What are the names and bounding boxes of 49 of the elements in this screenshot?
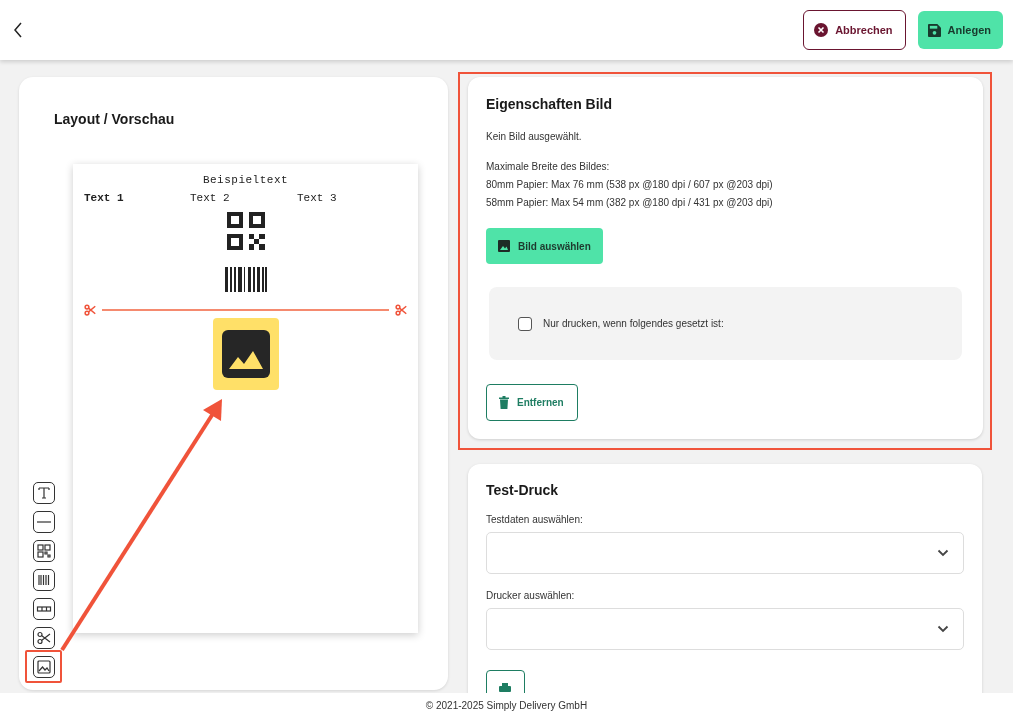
paper-heading: Beispieltext [202, 174, 289, 186]
trash-icon [499, 396, 509, 409]
printer-icon [499, 682, 511, 693]
checkbox-label: Nur drucken, wenn folgendes gesetzt ist: [543, 318, 724, 329]
close-icon [814, 23, 829, 37]
qr-code-tool-icon [35, 542, 52, 559]
back-icon [12, 21, 24, 39]
text-tool-icon [35, 484, 52, 501]
tool-button[interactable] [32, 597, 55, 620]
tool-button[interactable] [32, 626, 55, 649]
field-label: Testdaten auswählen: [486, 514, 584, 525]
status-text: Kein Bild ausgewählt. [486, 130, 583, 144]
image-element[interactable] [212, 318, 279, 390]
paper-column-text: Text 3 [297, 192, 337, 204]
select-image-button[interactable]: Bild auswählen [486, 228, 603, 264]
paper-column-text: Text 1 [84, 192, 124, 204]
info-text: 58mm Papier: Max 54 mm (382 px @180 dpi / 431 px @203 dpi) [486, 196, 774, 210]
card-title: Layout / Vorschau [53, 111, 176, 127]
image-icon [220, 329, 271, 379]
select-field[interactable] [486, 608, 964, 650]
tool-button[interactable] [32, 539, 55, 562]
scissors-icon [84, 304, 96, 316]
image-icon [498, 240, 510, 252]
footer-text: © 2021-2025 Simply Delivery GmbH [425, 699, 588, 711]
barcode-icon [224, 267, 267, 292]
card-title: Eigenschaften Bild [486, 96, 614, 112]
tool-button[interactable] [32, 481, 55, 504]
save-icon [927, 23, 941, 37]
tool-button[interactable] [32, 655, 55, 678]
select-field[interactable] [486, 532, 964, 574]
checkbox[interactable] [518, 316, 532, 331]
save-button[interactable]: Anlegen [917, 11, 1003, 49]
field-label: Drucker auswählen: [486, 590, 576, 601]
line-tool-icon [36, 520, 51, 523]
image-tool-icon [35, 658, 52, 675]
tool-button[interactable] [32, 510, 55, 533]
scissors-icon [35, 629, 52, 646]
cancel-button[interactable]: Abbrechen [803, 10, 906, 50]
info-text: Maximale Breite des Bildes: [486, 160, 611, 174]
chevron-down-icon [937, 625, 949, 633]
tool-button[interactable] [32, 568, 55, 591]
card-title: Test-Druck [486, 482, 560, 498]
back-button[interactable] [12, 21, 24, 39]
chevron-down-icon [937, 549, 949, 557]
remove-button[interactable]: Entfernen [486, 384, 578, 421]
scissors-icon [395, 304, 407, 316]
paper-column-text: Text 2 [190, 192, 230, 204]
info-text: 80mm Papier: Max 76 mm (538 px @180 dpi / 607 px @203 dpi) [486, 178, 774, 192]
qr-code-icon [226, 212, 265, 250]
